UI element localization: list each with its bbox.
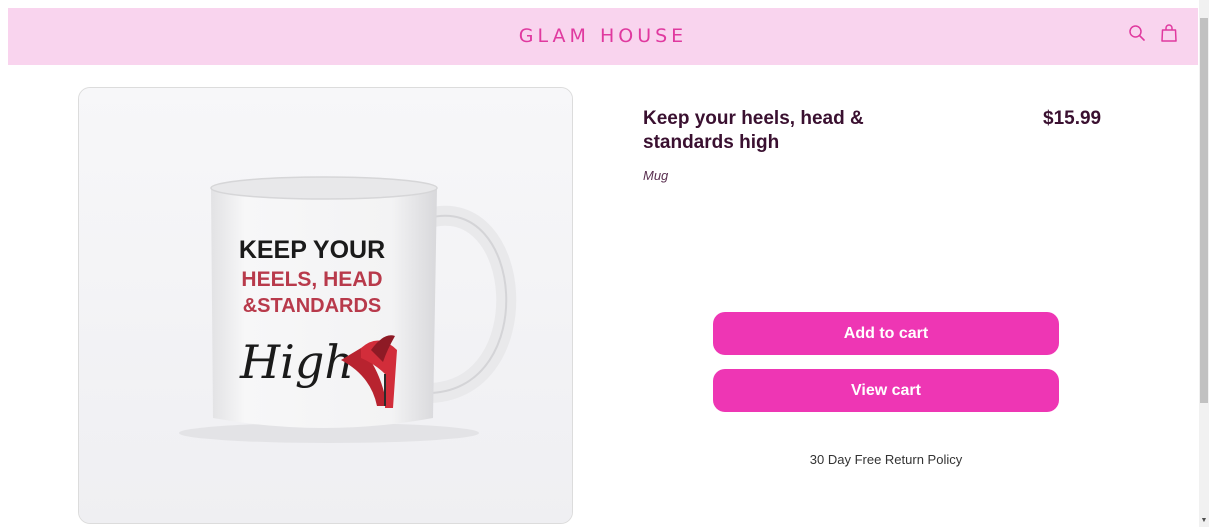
search-icon[interactable] <box>1127 23 1147 43</box>
product-title: Keep your heels, head & standards high <box>643 108 864 153</box>
mug-rim <box>210 176 438 200</box>
product-type: Mug <box>643 168 669 183</box>
product-image[interactable]: KEEP YOUR HEELS, HEAD &STANDARDS High <box>78 87 573 524</box>
brand-logo[interactable]: GLAM HOUSE <box>8 25 1198 47</box>
mug-illustration: KEEP YOUR HEELS, HEAD &STANDARDS High <box>79 88 572 523</box>
add-to-cart-button[interactable]: Add to cart <box>713 312 1059 355</box>
shopping-bag-icon[interactable] <box>1159 23 1179 43</box>
mug-text-line2: HEELS, HEAD <box>241 268 382 291</box>
site-header: GLAM HOUSE <box>8 8 1198 65</box>
scroll-down-arrow-icon[interactable]: ▼ <box>1200 516 1208 526</box>
mug-text-line1: KEEP YOUR <box>239 236 385 264</box>
mug-text-line3: &STANDARDS <box>243 295 382 317</box>
return-policy-text: 30 Day Free Return Policy <box>809 452 963 467</box>
view-cart-button[interactable]: View cart <box>713 369 1059 412</box>
mug-text-script: High <box>239 335 354 389</box>
product-price: $15.99 <box>1043 108 1102 129</box>
scrollbar-thumb[interactable] <box>1200 18 1208 403</box>
top-strip <box>0 0 1199 8</box>
